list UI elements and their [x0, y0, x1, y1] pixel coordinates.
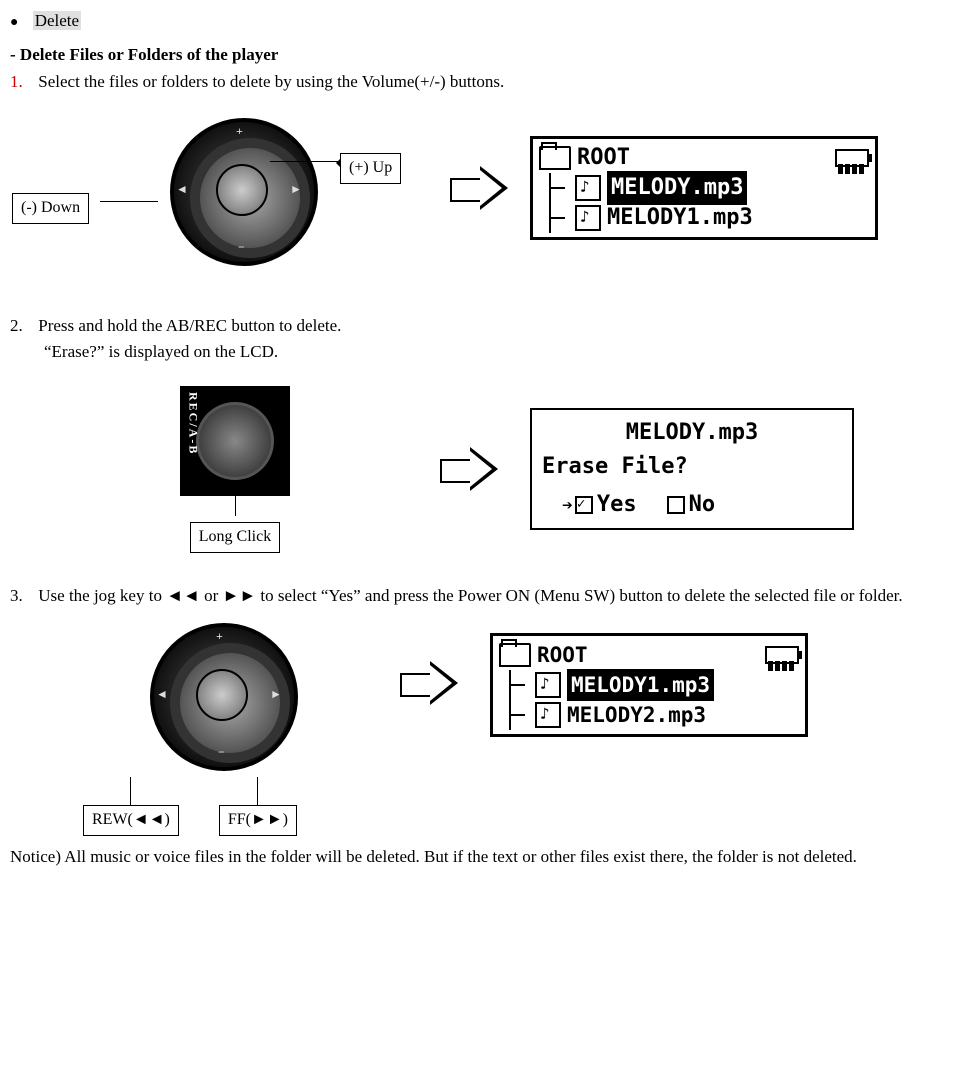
section-title: Delete	[33, 11, 81, 30]
callout-down: (-) Down	[12, 193, 89, 224]
section-heading: ● Delete	[10, 8, 959, 34]
callout-up: (+) Up	[340, 153, 401, 184]
callout-ff: FF(►►)	[219, 805, 297, 836]
music-note-icon	[575, 205, 601, 231]
callout-rew: REW(◄◄)	[83, 805, 179, 836]
option-no: No	[667, 488, 716, 522]
yes-label: Yes	[597, 492, 637, 517]
ff-icon: ►	[290, 180, 302, 199]
battery-icon	[765, 646, 799, 664]
erase-filename: MELODY.mp3	[542, 416, 842, 450]
leader-line	[130, 777, 131, 805]
arrow-icon	[440, 439, 500, 499]
tree-line-icon	[549, 173, 575, 203]
arrow-icon	[400, 653, 460, 713]
plus-icon: +	[216, 627, 223, 646]
sub-heading: - Delete Files or Folders of the player	[10, 42, 959, 68]
lcd-screen-2: ROOT MELODY1.mp3 MELODY2.mp3	[490, 633, 808, 737]
rec-button-image: REC/A-B Long Click	[180, 386, 290, 553]
option-yes: ➔ Yes	[562, 488, 637, 522]
bullet-icon: ●	[10, 15, 18, 30]
folder-icon	[539, 146, 571, 170]
jog-dial-image-3: + − ◄ ► REW(◄◄) FF(►►)	[140, 613, 300, 836]
leader-line	[235, 494, 236, 516]
erase-dialog: MELODY.mp3 Erase File? ➔ Yes No	[530, 408, 854, 530]
step-2: 2. Press and hold the AB/REC button to d…	[10, 313, 959, 552]
lcd1-item-selected: MELODY.mp3	[607, 171, 747, 205]
callout-down-line	[100, 201, 158, 202]
tree-line-icon	[549, 203, 575, 233]
plus-icon: +	[236, 122, 243, 141]
minus-icon: −	[238, 238, 245, 257]
selected-arrow-icon: ➔	[562, 495, 573, 516]
folder-icon	[499, 643, 531, 667]
lcd-screen-1: ROOT MELODY.mp3 MELODY1.mp3	[530, 136, 878, 240]
erase-question: Erase File?	[542, 450, 842, 484]
lcd2-item2: MELODY2.mp3	[567, 699, 706, 732]
step-3-figure: + − ◄ ► REW(◄◄) FF(►►)	[10, 613, 959, 836]
callout-up-line	[270, 161, 340, 162]
leader-line	[257, 777, 258, 805]
step-1-figure: (-) Down + − ◄ ► (+) Up ROOT	[10, 103, 959, 273]
rec-side-label: REC/A-B	[184, 392, 203, 455]
ff-icon: ►	[270, 685, 282, 704]
music-note-icon	[535, 702, 561, 728]
step-1-text: Select the files or folders to delete by…	[38, 72, 504, 91]
battery-icon	[835, 149, 869, 167]
step-2-figure: REC/A-B Long Click MELODY.mp3 Erase File…	[10, 386, 959, 553]
music-note-icon	[535, 672, 561, 698]
step-3-number: 3.	[10, 583, 34, 609]
step-2-number: 2.	[10, 313, 34, 339]
lcd2-item-selected: MELODY1.mp3	[567, 669, 714, 702]
step-2-subtext: “Erase?” is displayed on the LCD.	[44, 339, 959, 365]
notice-text: Notice) All music or voice files in the …	[10, 844, 959, 870]
jog-dial-image: + − ◄ ►	[160, 108, 320, 268]
step-1: 1. Select the files or folders to delete…	[10, 69, 959, 273]
minus-icon: −	[218, 743, 225, 762]
lcd1-root: ROOT	[577, 141, 630, 175]
callout-long-click: Long Click	[190, 522, 280, 553]
rew-icon: ◄	[176, 180, 188, 199]
tree-line-icon	[509, 700, 535, 730]
music-note-icon	[575, 175, 601, 201]
checkbox-yes-icon	[575, 496, 593, 514]
arrow-icon	[450, 158, 510, 218]
lcd1-item2: MELODY1.mp3	[607, 201, 753, 235]
step-3-text: Use the jog key to ◄◄ or ►► to select “Y…	[38, 586, 902, 605]
rec-circle-icon	[196, 402, 274, 480]
tree-line-icon	[509, 670, 535, 700]
step-3: 3. Use the jog key to ◄◄ or ►► to select…	[10, 583, 959, 836]
step-1-number: 1.	[10, 69, 34, 95]
checkbox-no-icon	[667, 496, 685, 514]
lcd2-root: ROOT	[537, 639, 588, 672]
rew-icon: ◄	[156, 685, 168, 704]
step-2-text: Press and hold the AB/REC button to dele…	[38, 316, 341, 335]
no-label: No	[689, 492, 716, 517]
